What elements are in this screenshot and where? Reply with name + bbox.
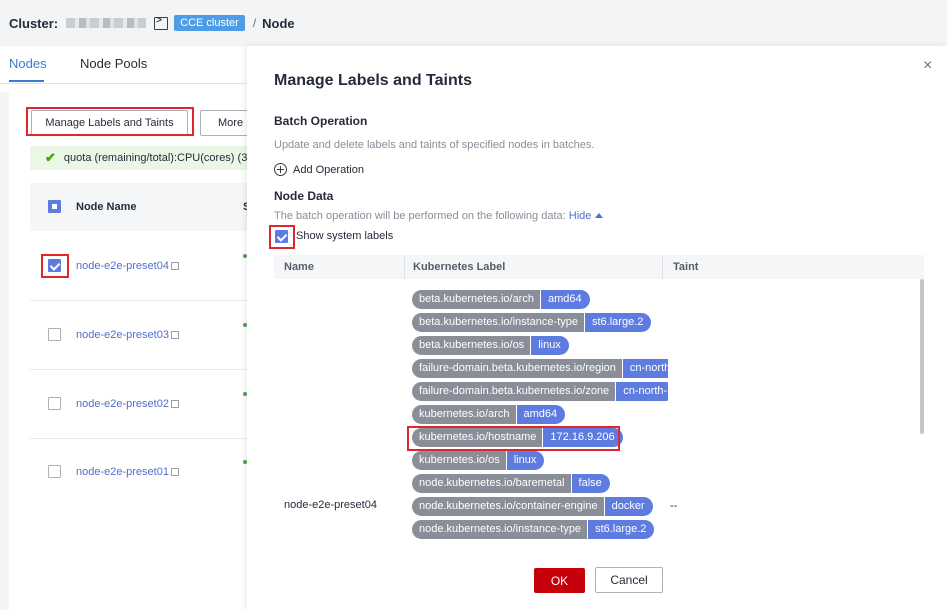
ok-button[interactable]: OK xyxy=(534,568,585,593)
add-operation-button[interactable]: Add Operation xyxy=(274,163,364,176)
node-link-preset03[interactable]: node-e2e-preset03 xyxy=(76,329,179,341)
modal-title: Manage Labels and Taints xyxy=(274,72,472,89)
batch-operation-title: Batch Operation xyxy=(274,114,368,128)
node-data-table-header: Name Kubernetes Label Taint xyxy=(274,255,924,279)
column-taint: Taint xyxy=(673,261,699,273)
node-data-desc: The batch operation will be performed on… xyxy=(274,210,604,222)
table-scrollbar[interactable] xyxy=(920,279,924,434)
show-system-labels-label: Show system labels xyxy=(296,230,394,242)
column-divider xyxy=(404,255,405,279)
row-checkbox-preset02[interactable] xyxy=(48,397,61,410)
row-divider xyxy=(30,300,247,301)
label-tag: beta.kubernetes.io/os linux xyxy=(412,336,569,355)
row-node-name: node-e2e-preset04 xyxy=(284,499,377,511)
row-checkbox-preset01[interactable] xyxy=(48,465,61,478)
caret-up-icon xyxy=(595,213,604,218)
row-divider xyxy=(30,369,247,370)
row-checkbox-preset03[interactable] xyxy=(48,328,61,341)
label-tag: failure-domain.beta.kubernetes.io/region… xyxy=(412,359,668,378)
label-list: beta.kubernetes.io/arch amd64 beta.kubern… xyxy=(412,279,668,544)
node-link-preset04[interactable]: node-e2e-preset04 xyxy=(76,260,179,272)
close-icon[interactable]: × xyxy=(923,58,932,74)
check-icon: ✔ xyxy=(45,150,56,165)
label-tag: beta.kubernetes.io/arch amd64 xyxy=(412,290,590,309)
label-tag-hostname: kubernetes.io/hostname 172.16.9.206 xyxy=(412,428,623,447)
tab-nodes[interactable]: Nodes xyxy=(9,56,47,71)
node-link-preset02[interactable]: node-e2e-preset02 xyxy=(76,398,179,410)
tab-node-pools[interactable]: Node Pools xyxy=(80,56,147,71)
show-system-labels-checkbox[interactable] xyxy=(275,230,288,243)
cancel-button[interactable]: Cancel xyxy=(595,567,663,593)
page-title: Node xyxy=(262,15,295,31)
quota-text: quota (remaining/total):CPU(cores) (33 xyxy=(63,152,247,164)
external-link-icon xyxy=(170,262,179,270)
node-link-preset01[interactable]: node-e2e-preset01 xyxy=(76,466,179,478)
node-data-table-body: node-e2e-preset04 -- beta.kubernetes.io/… xyxy=(274,279,924,544)
cluster-type-badge: CCE cluster xyxy=(174,15,245,31)
external-link-icon xyxy=(170,331,179,339)
label-tag: kubernetes.io/arch amd64 xyxy=(412,405,566,424)
cluster-label: Cluster: xyxy=(9,15,59,31)
column-divider xyxy=(662,255,663,279)
row-divider xyxy=(30,438,247,439)
cluster-name-redacted xyxy=(66,18,147,28)
row-taint: -- xyxy=(670,500,678,512)
quota-banner: ✔ quota (remaining/total):CPU(cores) (33 xyxy=(30,146,247,170)
terminal-icon[interactable] xyxy=(154,15,169,30)
label-tag: node.kubernetes.io/container-engine docke… xyxy=(412,497,653,516)
hide-link[interactable]: Hide xyxy=(569,210,604,222)
node-table-header xyxy=(30,183,247,231)
batch-operation-desc: Update and delete labels and taints of s… xyxy=(274,139,595,151)
label-tag: beta.kubernetes.io/instance-type st6.larg… xyxy=(412,313,652,332)
label-tag: kubernetes.io/os linux xyxy=(412,451,545,470)
label-tag: node.kubernetes.io/instance-type st6.larg… xyxy=(412,520,655,539)
manage-labels-button[interactable]: Manage Labels and Taints xyxy=(31,110,188,136)
column-kubernetes-label: Kubernetes Label xyxy=(413,261,506,273)
column-node-name: Node Name xyxy=(76,201,137,213)
node-data-title: Node Data xyxy=(274,189,334,203)
active-tab-indicator xyxy=(9,80,44,82)
external-link-icon xyxy=(170,468,179,476)
add-circle-icon xyxy=(274,163,287,176)
label-tag: failure-domain.beta.kubernetes.io/zone cn… xyxy=(412,382,668,401)
add-operation-label: Add Operation xyxy=(293,163,364,176)
breadcrumb-bar: Cluster: CCE cluster / Node xyxy=(0,0,947,46)
select-all-checkbox[interactable] xyxy=(48,200,61,213)
breadcrumb-separator: / xyxy=(252,16,257,30)
label-tag: node.kubernetes.io/baremetal false xyxy=(412,474,610,493)
column-name: Name xyxy=(284,261,314,273)
row-checkbox-preset04[interactable] xyxy=(48,259,61,272)
manage-labels-modal: Manage Labels and Taints × Batch Operati… xyxy=(247,46,947,610)
external-link-icon xyxy=(170,400,179,408)
node-tabs: Nodes Node Pools xyxy=(0,46,247,84)
